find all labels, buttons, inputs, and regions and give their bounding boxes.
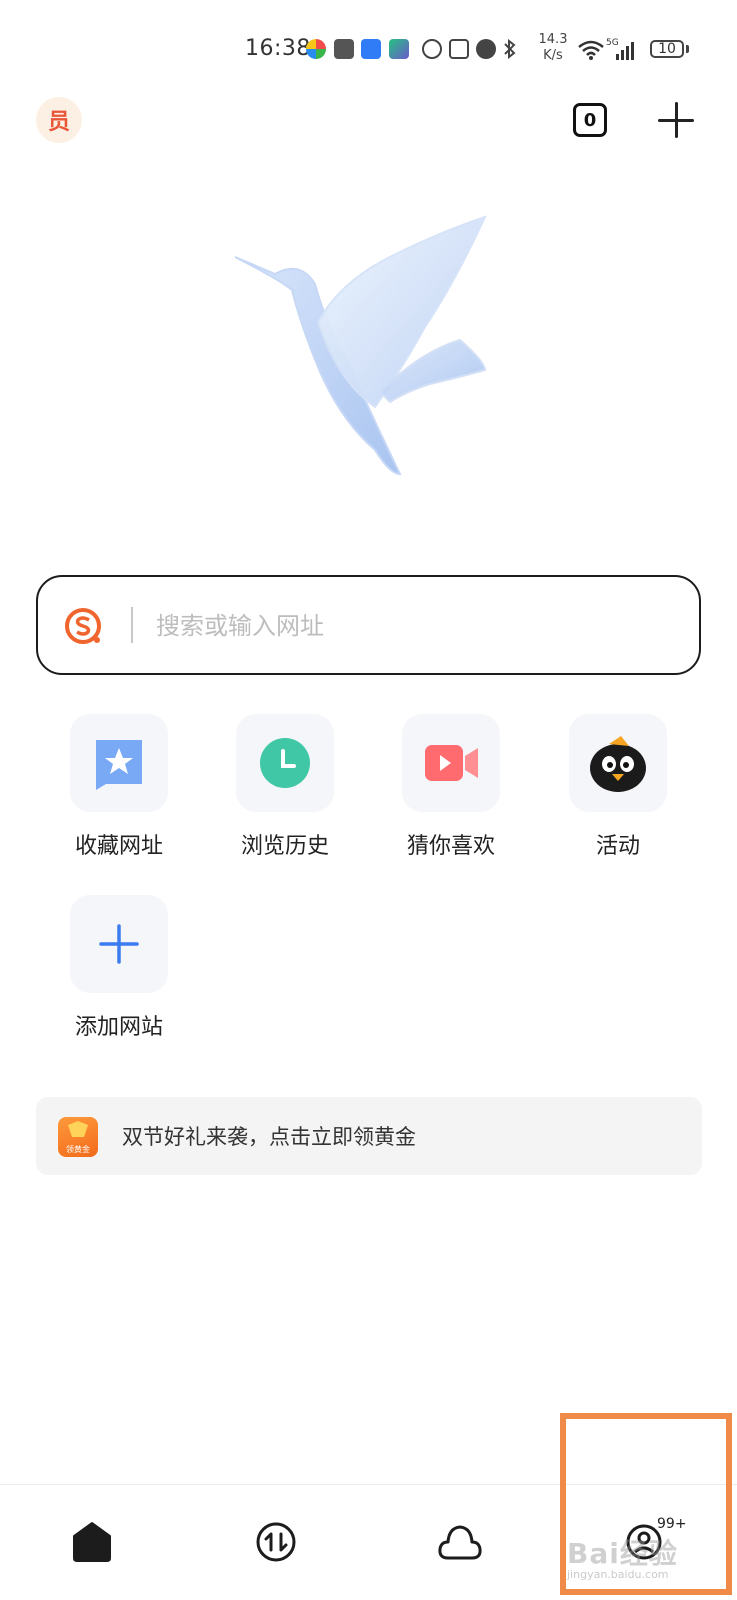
wifi-icon — [578, 40, 604, 64]
promo-text: 双节好礼来袭，点击立即领黄金 — [122, 1125, 416, 1149]
cloud-icon — [438, 1525, 482, 1560]
promo-banner[interactable]: 领黄金 双节好礼来袭，点击立即领黄金 — [36, 1097, 702, 1175]
home-icon — [73, 1522, 111, 1562]
shortcut-activity[interactable]: 活动 — [558, 714, 678, 874]
nav-home[interactable] — [62, 1512, 122, 1572]
gold-gift-icon: 领黄金 — [58, 1117, 98, 1157]
shortcut-label: 添加网站 — [74, 1015, 163, 1040]
bird-app-icon — [361, 39, 381, 59]
app-notification-icon — [306, 39, 326, 59]
add-icon — [70, 895, 168, 993]
iqiyi-icon — [389, 39, 409, 59]
member-avatar[interactable]: 员 — [36, 97, 82, 143]
search-bar[interactable] — [36, 575, 701, 675]
shortcut-recommend[interactable]: 猜你喜欢 — [391, 714, 511, 874]
nav-transfer[interactable] — [246, 1512, 306, 1572]
bookmark-star-icon — [70, 714, 168, 812]
alarm-icon — [476, 39, 496, 59]
sogou-search-icon[interactable] — [64, 607, 102, 645]
watermark-url: jingyan.baidu.com — [567, 1568, 669, 1581]
battery-tip — [686, 45, 689, 53]
tabs-button[interactable]: 0 — [573, 103, 607, 137]
shortcut-history[interactable]: 浏览历史 — [225, 714, 345, 874]
network-speed: 14.3 K/s — [538, 32, 568, 63]
shortcut-label: 猜你喜欢 — [406, 834, 495, 859]
transfer-icon — [256, 1522, 296, 1562]
shortcut-label: 收藏网址 — [74, 834, 163, 859]
penguin-mascot-icon — [569, 714, 667, 812]
sync-icon — [422, 39, 442, 59]
status-time: 16:38 — [245, 36, 311, 61]
shortcut-bookmarks[interactable]: 收藏网址 — [59, 714, 179, 874]
upload-icon — [334, 39, 354, 59]
nav-cloud[interactable] — [430, 1512, 490, 1572]
bluetooth-icon — [503, 38, 517, 60]
status-bar: 16:38 14.3 K/s 5G 10 — [0, 0, 737, 100]
browser-bird-logo — [230, 212, 510, 492]
video-camera-icon — [402, 714, 500, 812]
shortcut-label: 浏览历史 — [240, 834, 329, 859]
search-input[interactable] — [154, 601, 678, 651]
shortcut-label: 活动 — [595, 834, 640, 859]
shortcut-add-site[interactable]: 添加网站 — [59, 895, 179, 1055]
new-tab-button[interactable] — [658, 102, 694, 138]
history-clock-icon — [236, 714, 334, 812]
search-divider — [131, 607, 133, 643]
promo-icon-label: 领黄金 — [66, 1145, 90, 1154]
nfc-icon — [449, 39, 469, 59]
battery-icon: 10 — [650, 40, 684, 58]
watermark-logo: Bai经验 — [567, 1537, 678, 1570]
signal-icon — [612, 40, 638, 64]
